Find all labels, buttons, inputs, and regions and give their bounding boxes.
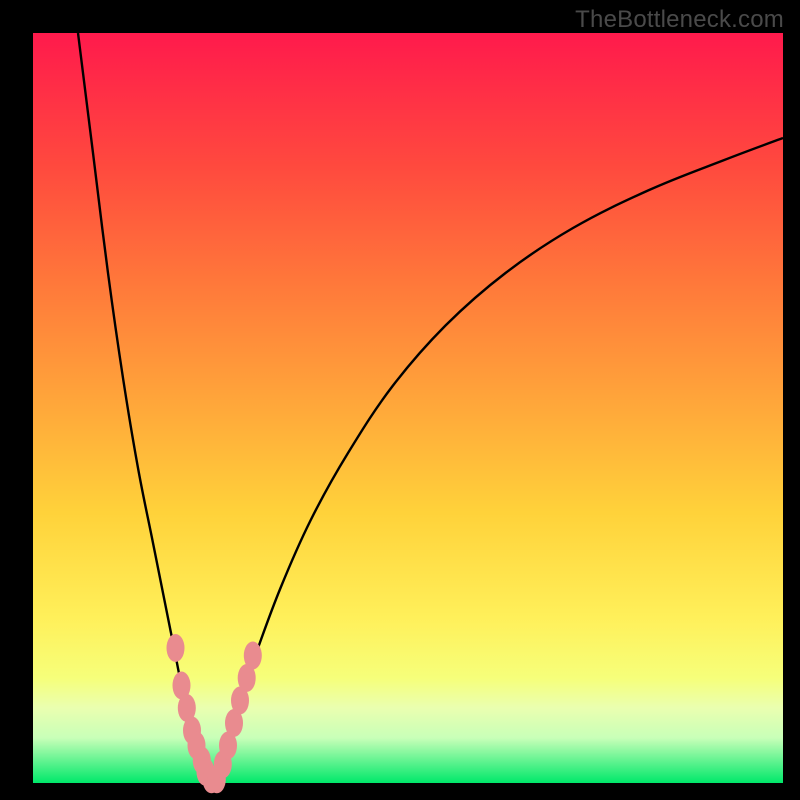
right-curve — [213, 138, 783, 783]
curve-marker — [167, 634, 185, 662]
curve-layer — [33, 33, 783, 783]
outer-frame: TheBottleneck.com — [0, 0, 800, 800]
left-curve — [78, 33, 213, 783]
marker-group-right — [208, 642, 262, 794]
plot-area — [33, 33, 783, 783]
curve-marker — [244, 642, 262, 670]
watermark-text: TheBottleneck.com — [575, 6, 784, 34]
